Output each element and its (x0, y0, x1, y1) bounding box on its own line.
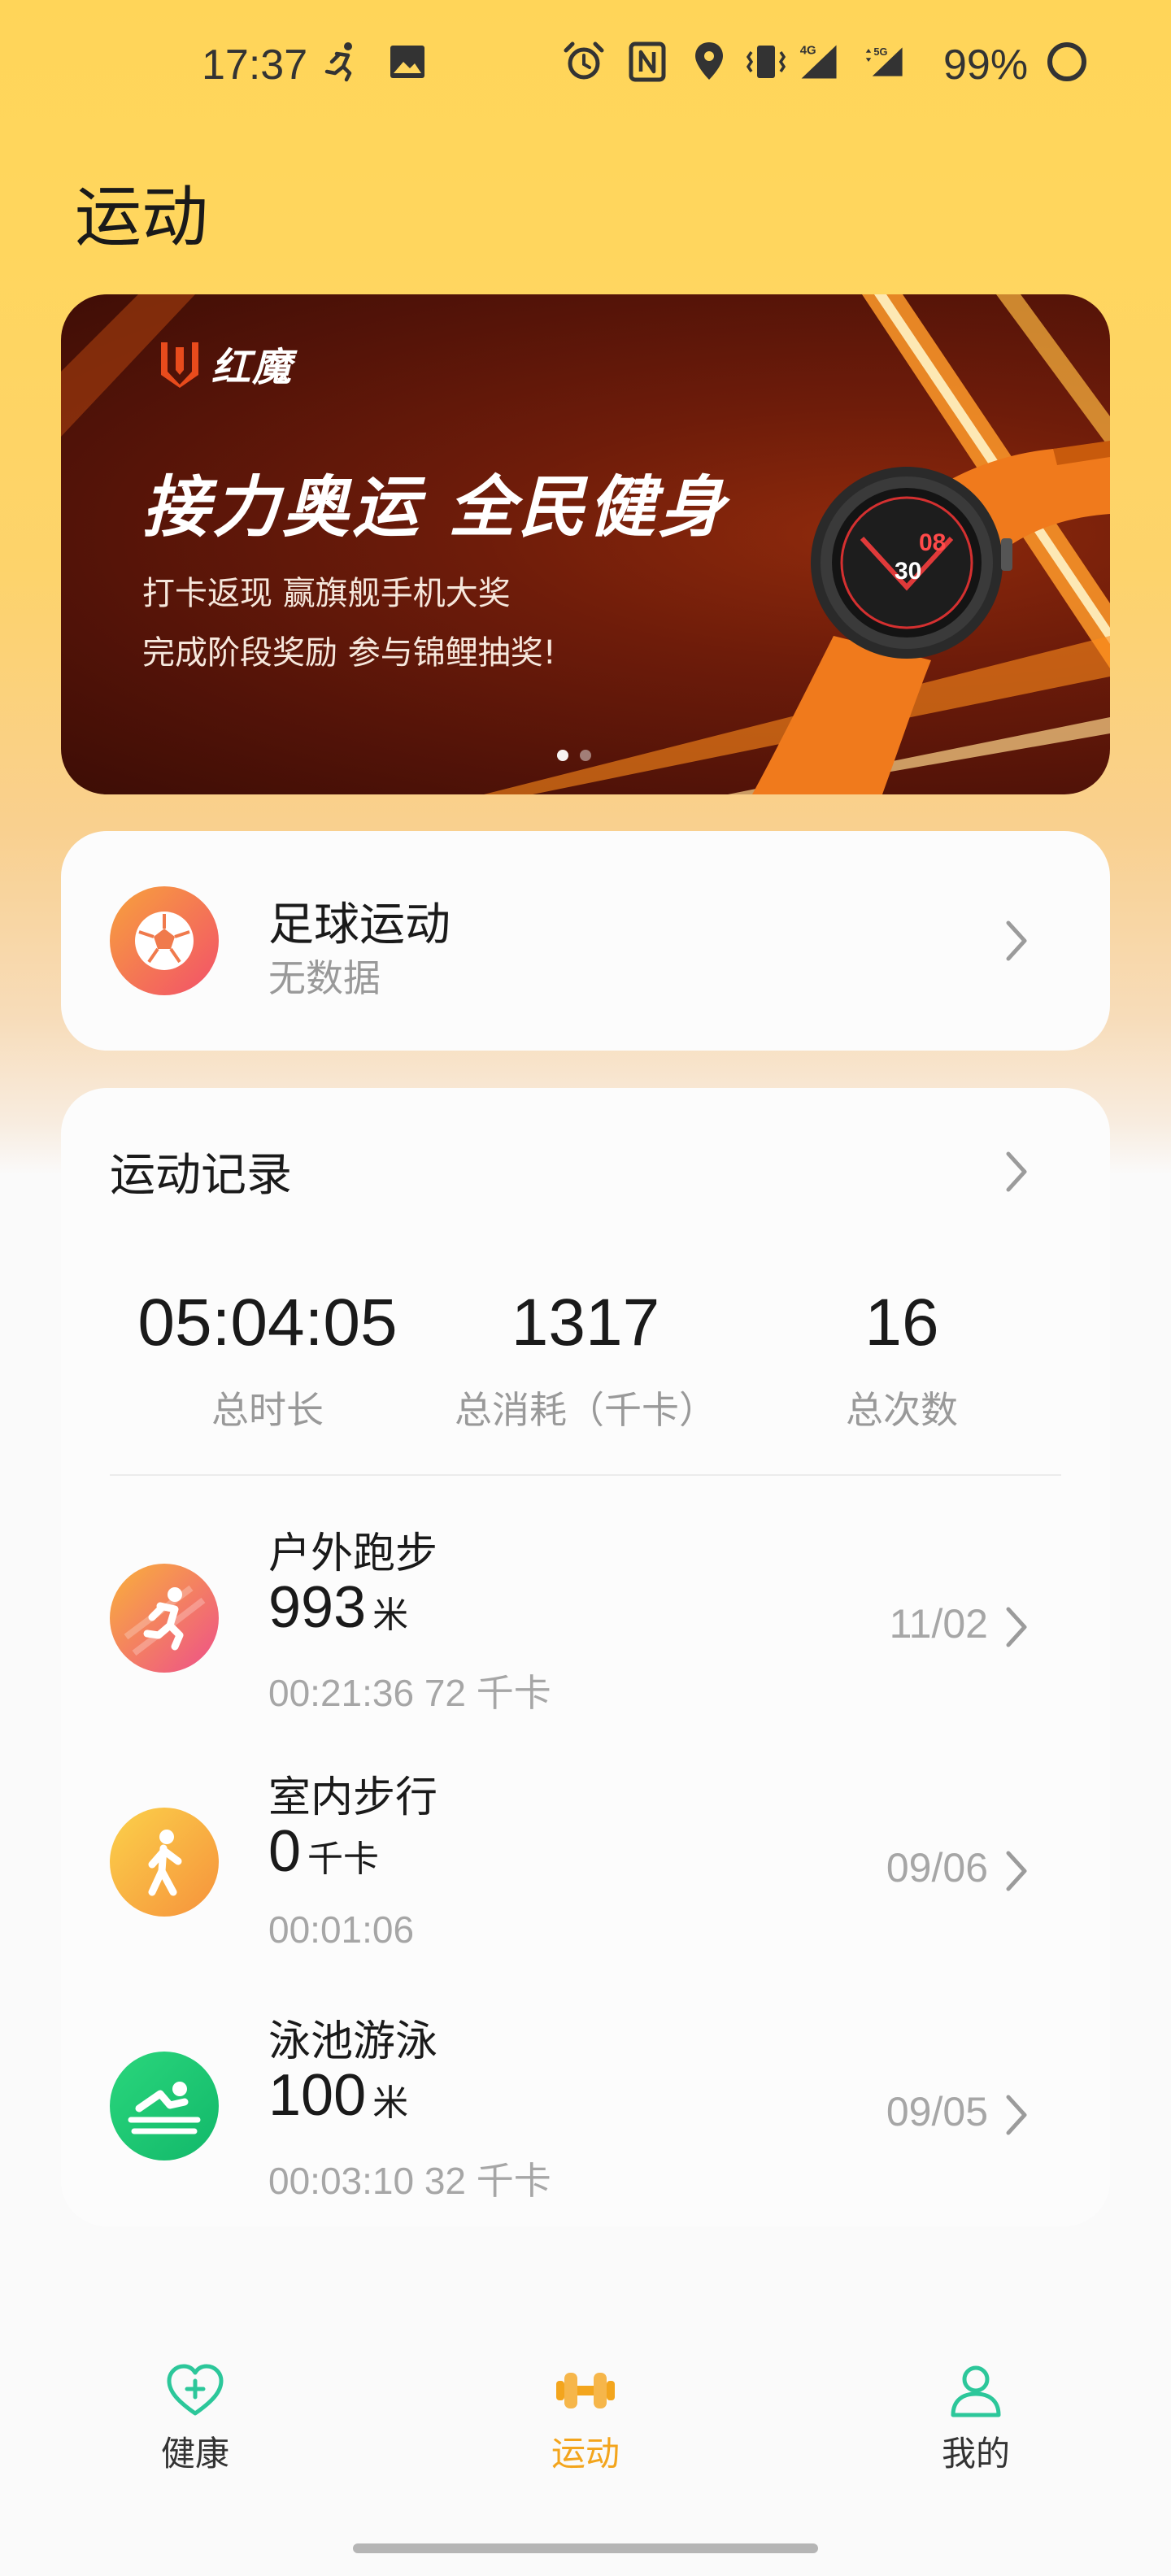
walking-icon (110, 1808, 219, 1917)
activity-details: 00:03:10 32 千卡 (268, 2160, 551, 2202)
soccer-card[interactable]: 足球运动 无数据 (61, 831, 1110, 1051)
activity-name: 户外跑步 (268, 1530, 438, 1578)
activity-date: 09/05 (886, 2089, 988, 2134)
svg-text:4G: 4G (800, 44, 816, 58)
banner-line-2: 完成阶段奖励 参与锦鲤抽奖! (142, 634, 556, 672)
svg-text:5G: 5G (873, 46, 887, 58)
nav-label: 健康 (160, 2434, 229, 2474)
banner-line-1: 打卡返现 赢旗舰手机大奖 (142, 575, 511, 612)
chevron-right-icon (1000, 1604, 1033, 1650)
user-icon (951, 2365, 1001, 2417)
stat-value: 05:04:05 (137, 1286, 398, 1360)
activity-unit: 千卡 (307, 1838, 380, 1880)
records-title[interactable]: 运动记录 (110, 1138, 292, 1204)
activity-row-indoor-walk[interactable]: 室内步行 0 千卡 00:01:06 09/06 (61, 1763, 1110, 1974)
nav-tab-profile[interactable]: 我的 (878, 2358, 1073, 2476)
stat-total-calories: 1317 总消耗（千卡） (423, 1290, 748, 1434)
activity-unit: 米 (372, 2082, 409, 2124)
svg-text:08: 08 (919, 529, 946, 556)
activity-main-value: 993 米 (268, 1574, 408, 1641)
promo-banner[interactable]: 08 30 红魔 接力奥运 全民健身 打卡返现 赢旗舰手机大奖 完成阶段奖励 参… (61, 294, 1110, 794)
nav-label: 运动 (551, 2434, 620, 2474)
running-icon (110, 1564, 219, 1673)
activity-details: 00:01:06 (268, 1908, 415, 1951)
activity-value: 993 (268, 1575, 367, 1640)
status-bar: 17:37 4G 5G 99% (0, 0, 1171, 134)
activity-row-outdoor-run[interactable]: 户外跑步 993 米 00:21:36 72 千卡 11/02 (61, 1519, 1110, 1730)
activity-unit: 米 (372, 1595, 409, 1636)
stat-total-duration: 05:04:05 总时长 (105, 1290, 430, 1434)
red-magic-logo-icon (161, 342, 198, 388)
nav-tab-exercise[interactable]: 运动 (488, 2358, 683, 2476)
soccer-subtitle: 无数据 (268, 956, 381, 1000)
svg-text:30: 30 (895, 558, 921, 585)
nav-label: 我的 (941, 2434, 1010, 2474)
location-icon (695, 42, 723, 80)
banner-pagination (557, 750, 603, 761)
dumbbell-icon (556, 2373, 615, 2408)
swimming-icon (110, 2052, 219, 2160)
stat-label: 总时长 (211, 1388, 324, 1432)
stat-value: 1317 (511, 1286, 660, 1360)
activity-name: 室内步行 (268, 1773, 438, 1822)
stat-total-count: 16 总次数 (739, 1290, 1064, 1434)
battery-percentage: 99% (943, 41, 1029, 89)
banner-headline: 接力奥运 全民健身 (142, 469, 729, 546)
banner-dot-2[interactable] (580, 750, 591, 761)
chevron-right-icon[interactable] (1000, 1149, 1033, 1194)
alarm-icon (564, 41, 604, 80)
chevron-right-icon (1000, 918, 1033, 964)
home-indicator[interactable] (353, 2543, 818, 2553)
running-notification-icon (324, 42, 352, 82)
soccer-title: 足球运动 (268, 899, 451, 951)
battery-icon (1047, 42, 1086, 81)
nfc-icon (629, 41, 666, 82)
chevron-right-icon (1000, 1848, 1033, 1894)
stat-label: 总次数 (846, 1388, 958, 1432)
activity-main-value: 0 千卡 (268, 1818, 379, 1885)
page-title: 运动 (75, 179, 209, 256)
exercise-records-card: 运动记录 05:04:05 总时长 1317 总消耗（千卡） 16 总次数 户外… (61, 1088, 1110, 2226)
activity-date: 09/06 (886, 1845, 988, 1891)
stat-label: 总消耗（千卡） (455, 1388, 716, 1432)
activity-value: 0 (268, 1819, 302, 1884)
chevron-right-icon (1000, 2092, 1033, 2138)
status-time: 17:37 (202, 41, 308, 89)
signal-5g-icon: 5G (865, 46, 903, 76)
image-notification-icon (390, 46, 424, 78)
stat-value: 16 (864, 1286, 939, 1360)
activity-name: 泳池游泳 (268, 2017, 438, 2066)
banner-brand-name: 红魔 (211, 345, 294, 390)
activity-date: 11/02 (889, 1601, 988, 1647)
soccer-ball-icon (110, 886, 219, 995)
banner-brand: 红魔 (156, 335, 293, 392)
banner-dot-1[interactable] (557, 750, 568, 761)
vibrate-icon (746, 46, 786, 78)
activity-value: 100 (268, 2063, 367, 2128)
activity-details: 00:21:36 72 千卡 (268, 1672, 551, 1714)
activity-main-value: 100 米 (268, 2062, 408, 2129)
divider (110, 1474, 1061, 1476)
heart-plus-icon (167, 2364, 224, 2416)
nav-tab-health[interactable]: 健康 (98, 2358, 293, 2476)
signal-4g-icon: 4G (800, 44, 837, 79)
activity-row-pool-swim[interactable]: 泳池游泳 100 米 00:03:10 32 千卡 09/05 (61, 2007, 1110, 2218)
bottom-navigation: 健康 运动 我的 (0, 2358, 1171, 2504)
